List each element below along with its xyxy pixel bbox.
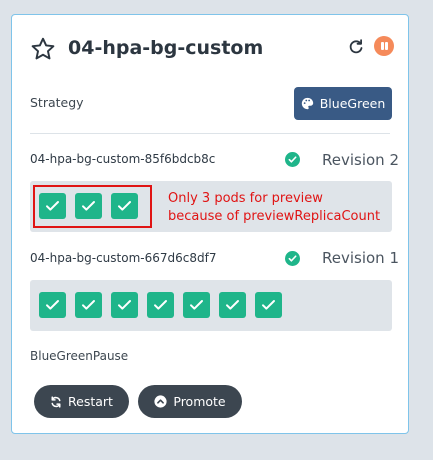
check-circle-icon	[285, 251, 300, 266]
check-icon	[82, 300, 95, 310]
rollout-header: 04-hpa-bg-custom	[12, 15, 408, 85]
pod-status[interactable]	[39, 292, 66, 318]
pod-list	[30, 280, 392, 331]
pod-status[interactable]	[255, 292, 282, 318]
check-icon	[154, 300, 167, 310]
replicaset-name: 04-hpa-bg-custom-667d6c8df7	[30, 251, 217, 265]
check-icon	[118, 300, 131, 310]
replicaset-revision: Revision 2	[322, 151, 399, 169]
sync-icon	[51, 395, 61, 408]
check-icon	[262, 300, 275, 310]
replicaset-name: 04-hpa-bg-custom-85f6bdcb8c	[30, 152, 216, 166]
check-icon	[46, 300, 59, 310]
promote-label: Promote	[173, 394, 226, 409]
annotation-line: Only 3 pods for preview	[168, 191, 323, 206]
restart-label: Restart	[68, 394, 113, 409]
pod-status[interactable]	[111, 292, 138, 318]
check-icon	[226, 300, 239, 310]
strategy-label: Strategy	[30, 95, 84, 110]
rollout-title: 04-hpa-bg-custom	[68, 37, 264, 59]
annotation-highlight	[33, 185, 152, 228]
divider	[30, 133, 390, 134]
annotation-line: because of previewReplicaCount	[168, 208, 381, 224]
pod-status[interactable]	[147, 292, 174, 318]
pause-condition: BlueGreenPause	[30, 349, 129, 363]
restart-button[interactable]: Restart	[34, 385, 129, 418]
pod-status[interactable]	[183, 292, 210, 318]
replicaset-revision: Revision 1	[322, 249, 399, 267]
promote-button[interactable]: Promote	[138, 385, 242, 418]
strategy-value: BlueGreen	[319, 96, 386, 111]
strategy-badge[interactable]: BlueGreen	[294, 87, 392, 120]
pod-status[interactable]	[75, 292, 102, 318]
rollout-card: 04-hpa-bg-custom Strategy BlueGreen 04-h…	[11, 14, 409, 434]
star-icon[interactable]	[30, 36, 56, 62]
check-circle-icon	[285, 152, 300, 167]
pause-icon[interactable]	[374, 36, 394, 56]
refresh-icon[interactable]	[348, 39, 364, 55]
annotation-note: Only 3 pods for preview because of previ…	[168, 190, 380, 225]
chevron-up-circle-icon	[154, 395, 167, 408]
palette-icon	[301, 97, 313, 110]
pod-status[interactable]	[219, 292, 246, 318]
check-icon	[190, 300, 203, 310]
